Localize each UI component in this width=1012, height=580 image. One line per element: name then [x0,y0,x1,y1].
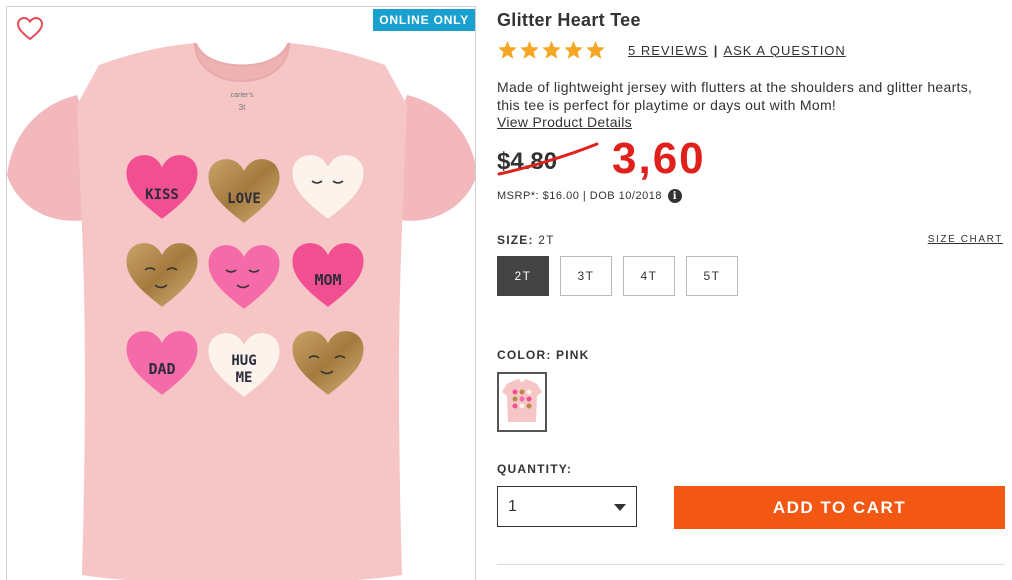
sale-price: 3,60 [612,134,706,183]
msrp-text: MSRP*: $16.00 | DOB 10/2018 [497,190,662,202]
quantity-label: QUANTITY: [497,462,573,476]
product-title: Glitter Heart Tee [497,10,641,30]
product-image[interactable]: carter's 3t KISS LOVE MOM DAD HUG ME [7,35,476,580]
tag-brand: carter's [231,92,254,99]
size-option-3t[interactable]: 3T [560,256,612,296]
separator: | [713,42,718,58]
size-option-4t[interactable]: 4T [623,256,675,296]
quantity-value: 1 [508,497,517,515]
star-icon [564,40,583,59]
size-options: 2T 3T 4T 5T [497,256,738,296]
product-image-panel: ONLINE ONLY carter's 3t KISS LOVE MOM DA… [6,6,476,580]
price-strikethrough [497,142,599,176]
size-option-5t[interactable]: 5T [686,256,738,296]
swatch-thumbnail [502,379,542,422]
add-to-cart-button[interactable]: ADD TO CART [674,486,1005,529]
divider [497,564,1005,565]
size-label: SIZE: 2T [497,233,555,247]
heart-word-hug: HUG [231,353,256,369]
product-description: Made of lightweight jersey with flutters… [497,79,973,113]
heart-word-love: LOVE [227,191,261,207]
ask-question-link[interactable]: ASK A QUESTION [723,43,845,58]
tag-size: 3t [239,103,246,112]
chevron-down-icon [614,504,626,511]
size-label-title: SIZE: [497,233,534,247]
heart-word-mom: MOM [314,271,341,289]
heart-word-kiss: KISS [145,187,179,203]
star-rating[interactable] [497,40,606,60]
rating-row: 5 REVIEWS | ASK A QUESTION [497,40,846,60]
shirt-body [77,43,407,580]
online-only-badge: ONLINE ONLY [373,9,475,31]
msrp-line: MSRP*: $16.00 | DOB 10/2018 i [497,189,682,203]
star-icon [520,40,539,59]
color-swatch-pink[interactable] [497,372,547,432]
size-selected-value: 2T [538,233,555,247]
view-product-details-link[interactable]: View Product Details [497,114,632,130]
size-option-2t[interactable]: 2T [497,256,549,296]
star-icon [586,40,605,59]
star-icon [542,40,561,59]
heart-word-dad: DAD [148,360,175,378]
size-chart-link[interactable]: SIZE CHART [928,234,1003,245]
heart-word-me: ME [236,370,253,386]
color-label: COLOR: PINK [497,348,590,362]
quantity-select[interactable]: 1 [497,486,637,527]
info-icon[interactable]: i [667,189,682,203]
star-icon [498,40,517,59]
reviews-link[interactable]: 5 REVIEWS [628,43,708,58]
